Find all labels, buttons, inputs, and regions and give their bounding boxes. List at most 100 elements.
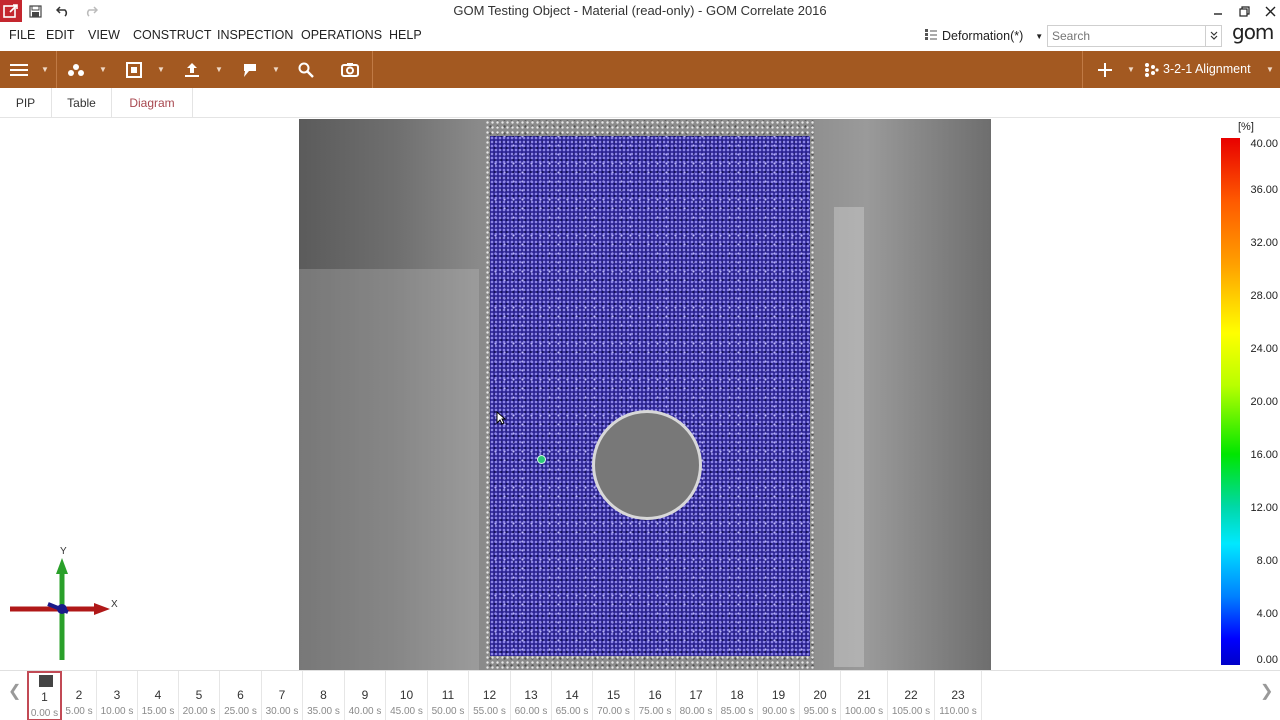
close-icon[interactable] xyxy=(1257,0,1280,22)
timeline-stage[interactable]: 5 20.00 s xyxy=(179,671,220,720)
chevron-down-icon[interactable]: ▼ xyxy=(215,51,223,88)
timeline-stage[interactable]: 3 10.00 s xyxy=(97,671,138,720)
search-dropdown-icon[interactable] xyxy=(1205,25,1222,47)
legend-label: 20.00 xyxy=(1250,396,1278,408)
menu-file[interactable]: FILE xyxy=(9,28,35,42)
stage-time: 45.00 s xyxy=(390,706,423,717)
frame-icon[interactable] xyxy=(124,51,144,88)
timeline-stage[interactable]: 20 95.00 s xyxy=(800,671,841,720)
legend-label: 32.00 xyxy=(1250,237,1278,249)
add-icon[interactable] xyxy=(1095,51,1115,88)
menu-help[interactable]: HELP xyxy=(389,28,422,42)
timeline-stage[interactable]: 21 100.00 s xyxy=(841,671,888,720)
stage-time: 85.00 s xyxy=(720,706,754,717)
timeline-stage[interactable]: 19 90.00 s xyxy=(758,671,800,720)
3d-viewport[interactable]: Y X [%] 40.00 36.00 32.00 28.00 24.00 20… xyxy=(0,118,1280,670)
toolbar-divider xyxy=(56,51,57,88)
stage-time: 110.00 s xyxy=(939,706,977,717)
stage-number: 13 xyxy=(524,688,538,702)
stage-time: 105.00 s xyxy=(891,706,931,717)
upload-icon[interactable] xyxy=(182,51,202,88)
legend-label: 4.00 xyxy=(1256,608,1278,620)
timeline-stage[interactable]: 7 30.00 s xyxy=(262,671,303,720)
chevron-right-icon[interactable]: ❯ xyxy=(1260,681,1273,701)
timeline-stage[interactable]: 10 45.00 s xyxy=(386,671,428,720)
search-input[interactable] xyxy=(1047,25,1222,47)
chevron-down-icon[interactable]: ▼ xyxy=(1266,51,1274,88)
timeline-stage[interactable]: 17 80.00 s xyxy=(676,671,717,720)
timeline-stage[interactable]: 18 85.00 s xyxy=(717,671,758,720)
timeline-stage[interactable]: 15 70.00 s xyxy=(593,671,635,720)
hamburger-menu-icon[interactable] xyxy=(8,51,30,88)
deformation-mode-label: Deformation(*) xyxy=(942,29,1024,43)
legend-label: 12.00 xyxy=(1250,502,1278,514)
camera-icon[interactable] xyxy=(340,51,360,88)
timeline-stage[interactable]: 14 65.00 s xyxy=(552,671,593,720)
stage-number: 3 xyxy=(113,688,121,702)
stage-time: 15.00 s xyxy=(141,706,175,717)
menu-construct[interactable]: CONSTRUCT xyxy=(133,28,211,42)
current-stage-flag-icon xyxy=(39,675,53,687)
minimize-icon[interactable] xyxy=(1205,0,1231,22)
stage-time: 0.00 s xyxy=(30,708,59,719)
chevron-left-icon[interactable]: ❮ xyxy=(8,681,21,701)
tab-pip[interactable]: PIP xyxy=(0,88,52,118)
timeline-stage[interactable]: 13 60.00 s xyxy=(511,671,552,720)
stage-time: 30.00 s xyxy=(265,706,299,717)
window-title: GOM Testing Object - Material (read-only… xyxy=(453,3,827,18)
timeline-stage[interactable]: 23 110.00 s xyxy=(935,671,982,720)
stage-number: 22 xyxy=(904,688,918,702)
stage-number: 7 xyxy=(278,688,286,702)
strain-overlay[interactable] xyxy=(490,136,810,656)
chevron-down-icon[interactable]: ▼ xyxy=(41,51,49,88)
redo-icon[interactable] xyxy=(82,2,100,20)
tab-diagram[interactable]: Diagram xyxy=(112,88,193,118)
gom-logo: gom xyxy=(1232,20,1274,44)
search-icon[interactable] xyxy=(296,51,316,88)
alignment-icon xyxy=(1142,51,1160,88)
timeline-stage[interactable]: 6 25.00 s xyxy=(220,671,262,720)
timeline-stage[interactable]: 16 75.00 s xyxy=(635,671,676,720)
menu-inspection[interactable]: INSPECTION xyxy=(217,28,293,42)
gom-app-icon[interactable] xyxy=(0,0,22,22)
color-legend-bar[interactable] xyxy=(1221,138,1240,665)
menu-edit[interactable]: EDIT xyxy=(46,28,74,42)
stage-time: 95.00 s xyxy=(803,706,837,717)
chevron-down-icon[interactable]: ▼ xyxy=(1127,51,1135,88)
inspection-point-marker[interactable] xyxy=(537,455,546,464)
restore-icon[interactable] xyxy=(1231,0,1257,22)
timeline-stage[interactable]: 4 15.00 s xyxy=(138,671,179,720)
undo-icon[interactable] xyxy=(54,2,72,20)
stage-number: 4 xyxy=(154,688,162,702)
timeline-stage[interactable]: 1 0.00 s xyxy=(27,671,62,720)
tab-table[interactable]: Table xyxy=(52,88,112,118)
specimen-hole xyxy=(592,410,702,520)
timeline-stage[interactable]: 9 40.00 s xyxy=(345,671,386,720)
timeline-stage[interactable]: 2 5.00 s xyxy=(62,671,97,720)
menu-operations[interactable]: OPERATIONS xyxy=(301,28,382,42)
test-specimen[interactable] xyxy=(485,120,815,670)
chevron-down-icon[interactable]: ▼ xyxy=(272,51,280,88)
stage-number: 11 xyxy=(441,688,455,702)
timeline-stage[interactable]: 22 105.00 s xyxy=(888,671,935,720)
stage-number: 5 xyxy=(195,688,203,702)
save-icon[interactable] xyxy=(26,2,44,20)
chevron-down-icon[interactable]: ▼ xyxy=(99,51,107,88)
molecule-icon[interactable] xyxy=(66,51,86,88)
stage-time: 70.00 s xyxy=(597,706,630,717)
label-icon[interactable] xyxy=(240,51,260,88)
title-bar: GOM Testing Object - Material (read-only… xyxy=(0,0,1280,22)
timeline-stage[interactable]: 12 55.00 s xyxy=(469,671,511,720)
legend-label: 16.00 xyxy=(1250,449,1278,461)
legend-label: 28.00 xyxy=(1250,290,1278,302)
timeline-stage[interactable]: 8 35.00 s xyxy=(303,671,345,720)
stage-time: 60.00 s xyxy=(514,706,548,717)
background-fixture xyxy=(299,269,479,670)
timeline-stage[interactable]: 11 50.00 s xyxy=(428,671,469,720)
chevron-down-icon[interactable]: ▼ xyxy=(157,51,165,88)
stage-number: 8 xyxy=(320,688,327,702)
menu-view[interactable]: VIEW xyxy=(88,28,120,42)
deformation-mode-icon xyxy=(924,28,938,44)
alignment-selector[interactable]: 3-2-1 Alignment xyxy=(1163,51,1251,88)
deformation-mode-dropdown[interactable]: Deformation(*) ▼ xyxy=(924,28,1043,44)
